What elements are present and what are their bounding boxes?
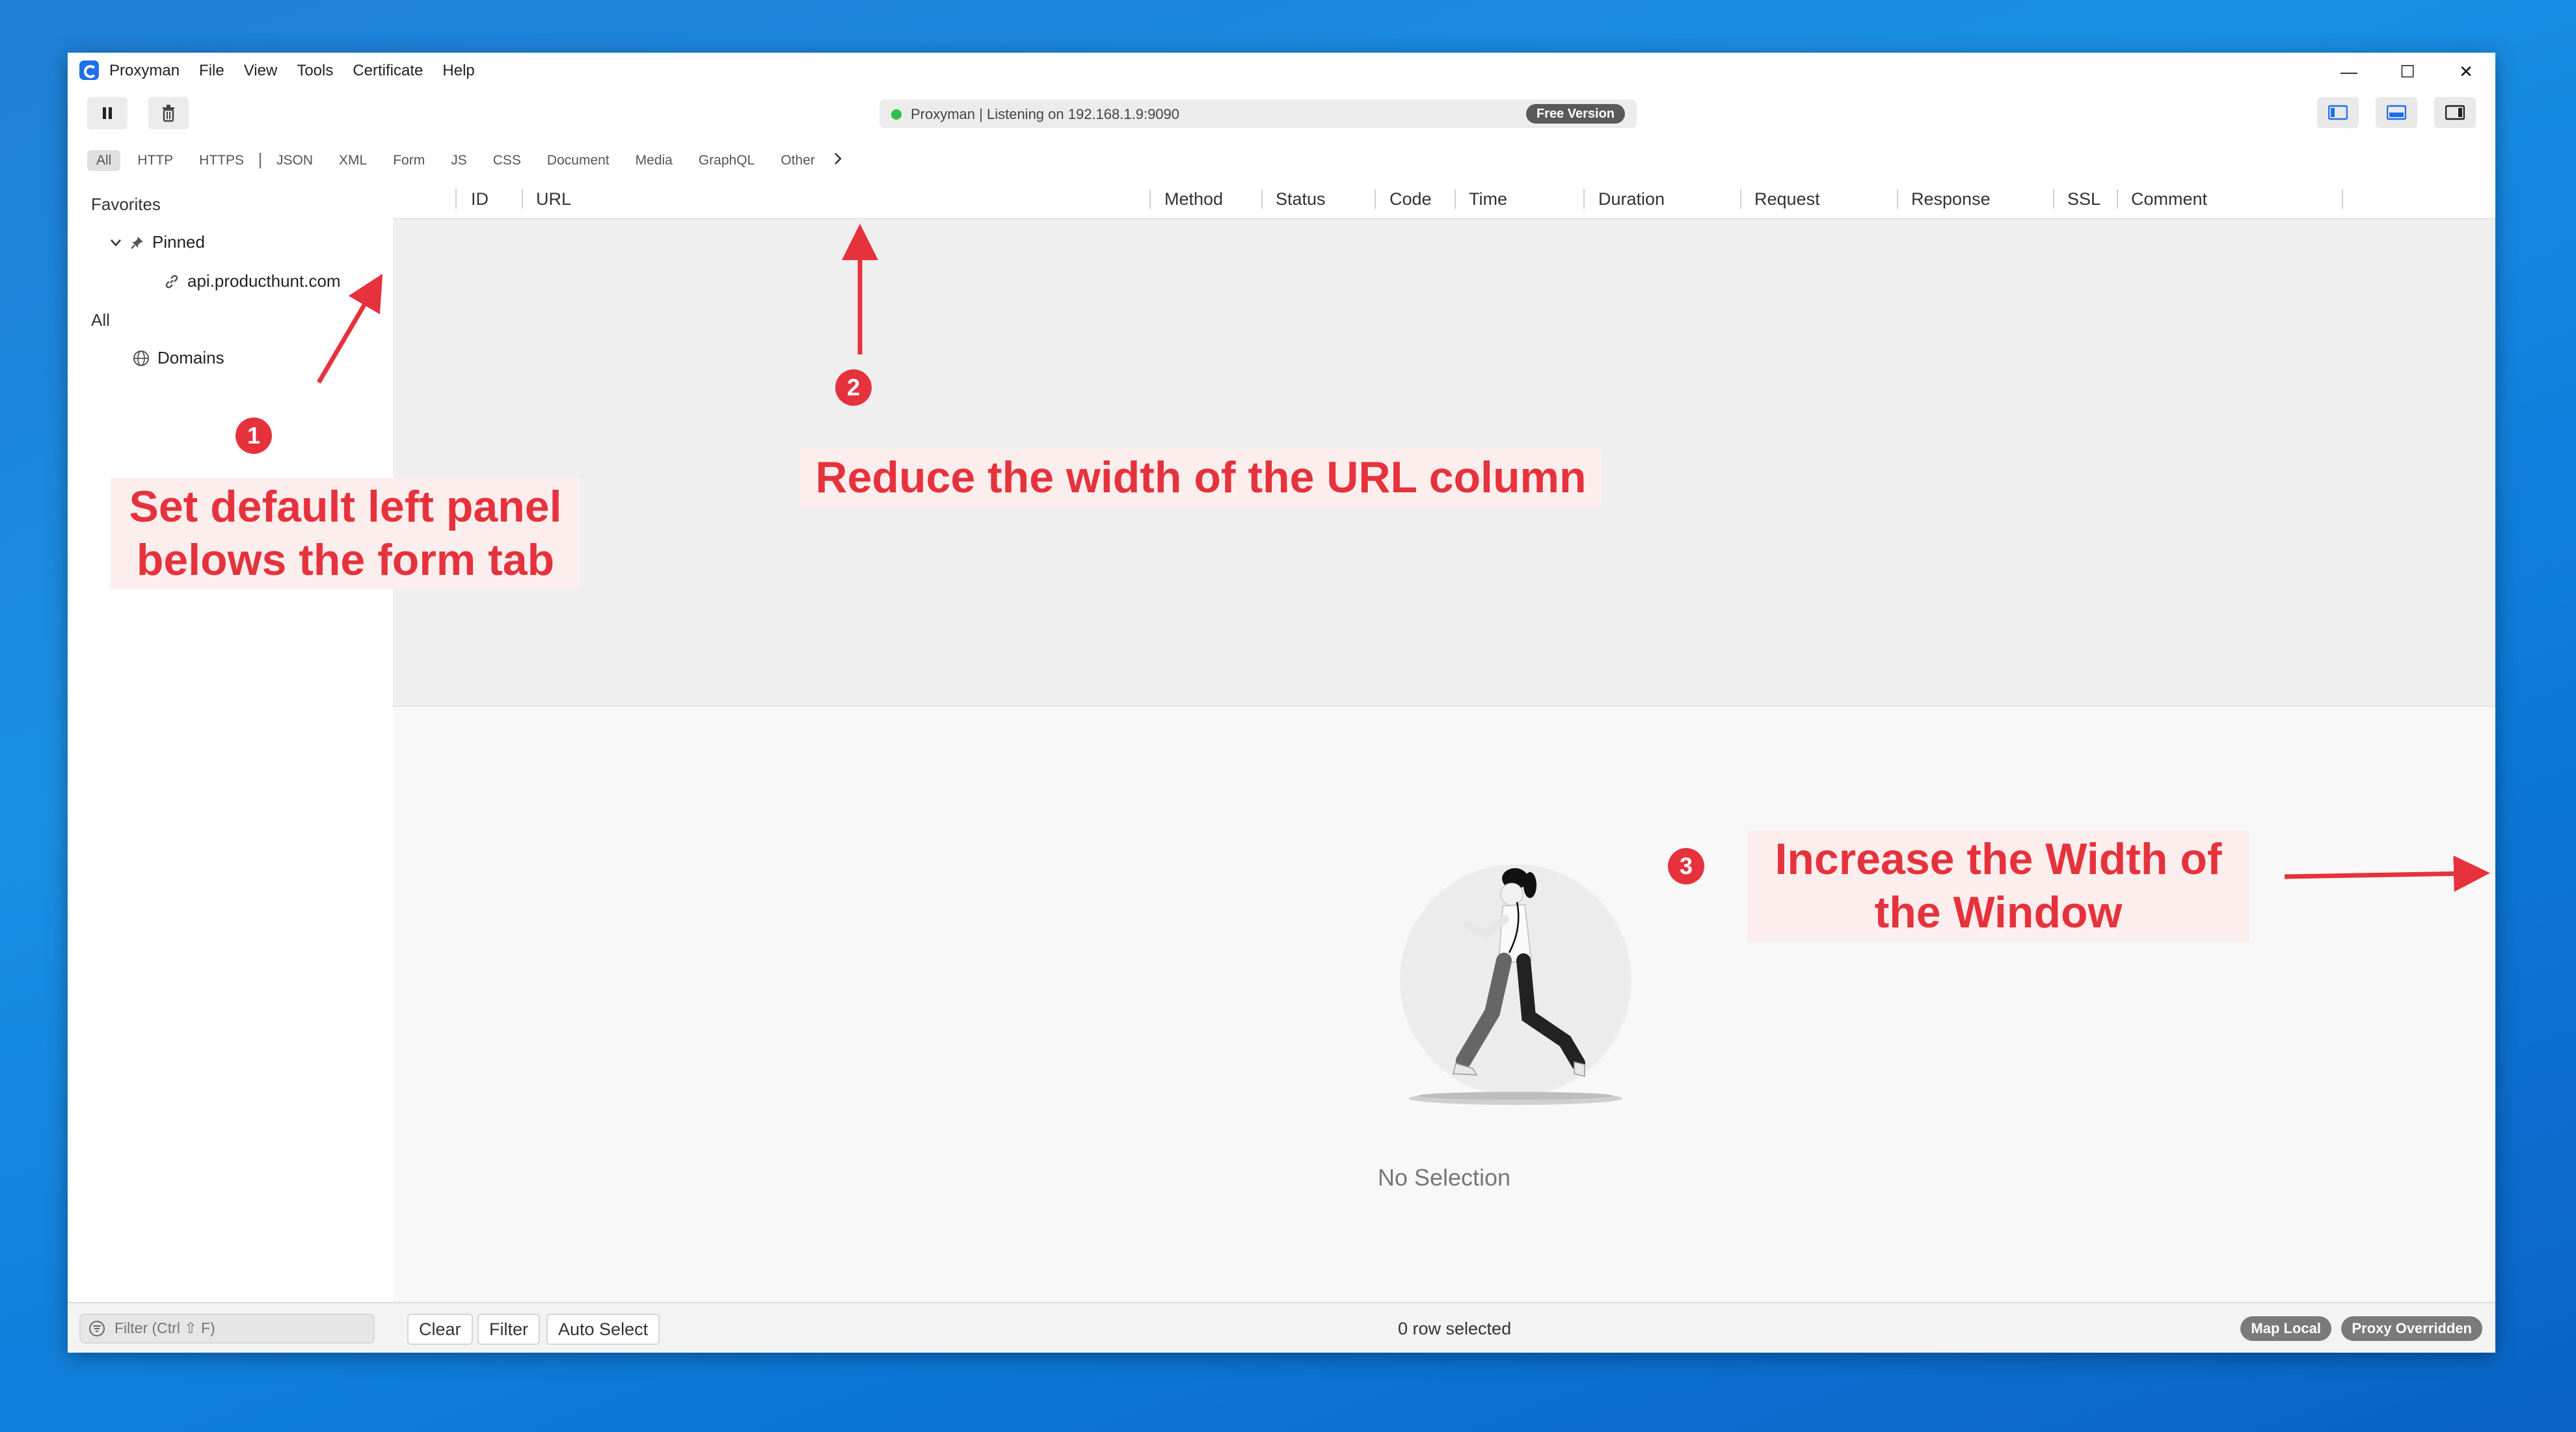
annotation-two-text: Reduce the width of the URL column <box>800 449 1602 507</box>
arrow-one <box>316 273 383 384</box>
annotation-three-number: 3 <box>1668 848 1704 884</box>
annotation-three-text: Increase the Width of the Window <box>1747 830 2249 942</box>
annotation-one-text: Set default left panel belows the form t… <box>111 478 580 590</box>
annotation-arrows <box>316 224 2490 892</box>
annotation-two-number: 2 <box>835 369 872 406</box>
arrow-three <box>2284 855 2490 892</box>
annotation-one-number: 1 <box>235 418 272 454</box>
